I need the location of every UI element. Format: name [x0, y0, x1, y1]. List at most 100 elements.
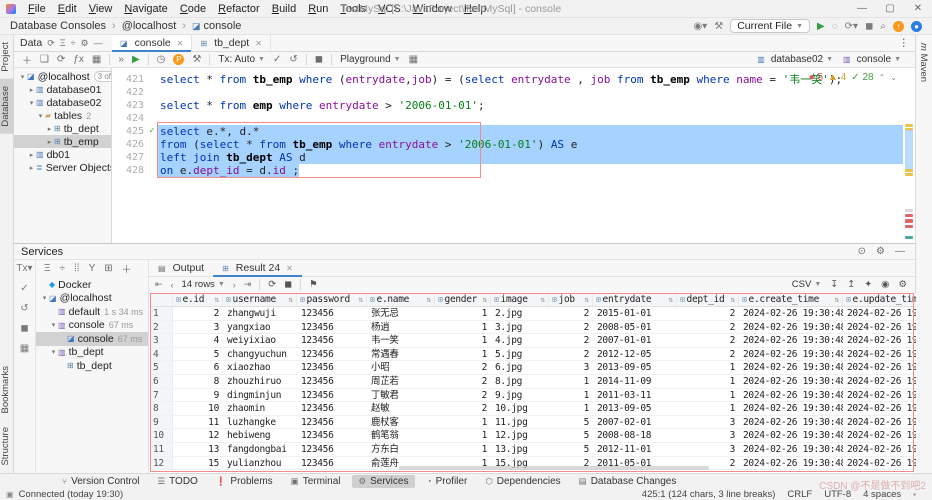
menu-view[interactable]: View — [83, 3, 119, 15]
tab-options-kebab-icon[interactable]: ⋮ — [893, 37, 916, 49]
cell-image[interactable]: 4.jpg — [491, 334, 549, 347]
cell-e-id[interactable]: 2 — [173, 307, 223, 320]
cell-entrydate[interactable]: 2007-01-01 — [593, 334, 677, 347]
cell-e-name[interactable]: 杨逍 — [367, 321, 435, 334]
breadcrumb-item[interactable]: Database Consoles — [8, 20, 108, 32]
cell-dept_id[interactable]: 3 — [677, 416, 739, 429]
cell-password[interactable]: 123456 — [297, 416, 367, 429]
cell-password[interactable]: 123456 — [297, 334, 367, 347]
cell-gender[interactable]: 2 — [435, 361, 491, 374]
toolwindow-button-database[interactable]: Database — [0, 79, 14, 134]
cell-e-update_time[interactable]: 2024-02-26 19:30:48 — [843, 321, 916, 334]
toolwindow-button-terminal[interactable]: ▣Terminal — [284, 475, 348, 488]
cell-job[interactable]: 1 — [549, 375, 593, 388]
prev-page-icon[interactable]: ‹ — [171, 280, 174, 290]
column-header-password[interactable]: ⊞password⇅ — [297, 293, 367, 306]
chevron-down-icon[interactable]: ▾ — [49, 348, 58, 356]
page-size-select[interactable]: 14 rows▼ — [182, 279, 225, 290]
run-configuration-select[interactable]: Current File▼ — [730, 19, 810, 33]
table-row[interactable]: 45changyuchun123456常遇春15.jpg22012-12-052… — [149, 348, 916, 362]
cell-e-update_time[interactable]: 2024-02-26 19:30:48 — [843, 416, 916, 429]
cell-entrydate[interactable]: 2014-11-09 — [593, 375, 677, 388]
ai-sparkle-icon[interactable]: ✦ — [864, 279, 872, 290]
cell-job[interactable]: 3 — [549, 361, 593, 374]
ide-notification-icon[interactable]: ● — [911, 21, 922, 32]
sort-icon[interactable]: ⇅ — [584, 295, 589, 304]
horizontal-scrollbar[interactable] — [399, 466, 709, 470]
tree-item--localhost[interactable]: ▾◪@localhost — [36, 292, 148, 306]
rollback-icon[interactable]: ↺ — [20, 303, 28, 314]
gear-icon[interactable]: ⚙ — [81, 38, 89, 49]
sql-editor[interactable]: 421 select * from tb_emp where (entrydat… — [112, 68, 915, 243]
cell-username[interactable]: weiyixiao — [223, 334, 297, 347]
menu-code[interactable]: Code — [174, 3, 212, 15]
table-row[interactable]: 79dingminjun123456丁敏君29.jpg12011-03-1112… — [149, 389, 916, 403]
cell-dept_id[interactable]: 2 — [677, 348, 739, 361]
cell-image[interactable]: 6.jpg — [491, 361, 549, 374]
column-header-e-name[interactable]: ⊞e.name⇅ — [367, 293, 435, 306]
cell-e-update_time[interactable]: 2024-02-26 19:30:48 — [843, 348, 916, 361]
lock-icon[interactable]: ▪ — [913, 490, 916, 499]
tree-item-tb-dept[interactable]: ⊞tb_dept — [36, 359, 148, 373]
expand-all-icon[interactable]: Ξ — [60, 38, 66, 48]
cell-e-update_time[interactable]: 2024-02-26 19:30:48 — [843, 361, 916, 374]
cell-dept_id[interactable]: 2 — [677, 307, 739, 320]
download-icon[interactable]: ↧ — [830, 279, 838, 290]
cell-image[interactable]: 8.jpg — [491, 375, 549, 388]
menu-edit[interactable]: Edit — [52, 3, 83, 15]
table-row[interactable]: 34weiyixiao123456韦一笑14.jpg22007-01-01220… — [149, 334, 916, 348]
cell-password[interactable]: 123456 — [297, 443, 367, 456]
first-page-icon[interactable]: ⇤ — [155, 279, 163, 290]
table-row[interactable]: 56xiaozhao123456小昭26.jpg32013-09-0512024… — [149, 361, 916, 375]
cell-image[interactable]: 3.jpg — [491, 321, 549, 334]
sort-icon[interactable]: ⇅ — [288, 295, 293, 304]
group-by-icon[interactable]: ⁞⁞ — [74, 263, 80, 274]
sort-icon[interactable]: ⇅ — [426, 295, 431, 304]
cell-username[interactable]: dingminjun — [223, 389, 297, 402]
cell-e-name[interactable]: 周芷若 — [367, 375, 435, 388]
cell-gender[interactable]: 1 — [435, 307, 491, 320]
cell-dept_id[interactable]: 3 — [677, 443, 739, 456]
cell-username[interactable]: zhaomin — [223, 402, 297, 415]
cell-e-name[interactable]: 小昭 — [367, 361, 435, 374]
code-line[interactable]: 425✓select e.*, d.* — [112, 125, 915, 138]
cell-image[interactable]: 5.jpg — [491, 348, 549, 361]
cell-username[interactable]: yangxiao — [223, 321, 297, 334]
cell-dept_id[interactable]: 1 — [677, 375, 739, 388]
gear-icon[interactable]: ⚙ — [876, 246, 885, 257]
tab-output[interactable]: ▤ Output — [149, 260, 213, 276]
hide-panel-icon[interactable]: — — [94, 38, 103, 48]
cell-e-create_time[interactable]: 2024-02-26 19:30:48 — [739, 457, 843, 470]
execute-button[interactable]: ▶ — [132, 54, 140, 65]
cell-e-update_time[interactable]: 2024-02-26 19:30:48 — [843, 457, 916, 470]
cell-password[interactable]: 123456 — [297, 375, 367, 388]
cell-e-id[interactable]: 4 — [173, 334, 223, 347]
cell-job[interactable]: 5 — [549, 429, 593, 442]
playground-mode-select[interactable]: Playground▼ — [340, 54, 401, 65]
chevron-right-icon[interactable]: ▸ — [27, 151, 36, 159]
encoding[interactable]: UTF-8 — [824, 489, 851, 500]
tab-console[interactable]: ◪ console ✕ — [112, 35, 192, 51]
toolwindow-button-project[interactable]: Project — [0, 35, 14, 79]
cell-e-name[interactable]: 常遇春 — [367, 348, 435, 361]
table-row[interactable]: 810zhaomin123456赵敏210.jpg12013-09-051202… — [149, 402, 916, 416]
cell-gender[interactable]: 1 — [435, 416, 491, 429]
cell-username[interactable]: zhouzhiruo — [223, 375, 297, 388]
sort-icon[interactable]: ⇅ — [214, 295, 219, 304]
column-header-job[interactable]: ⊞job⇅ — [549, 293, 593, 306]
execute-settings-icon[interactable]: ƒx — [73, 54, 84, 65]
reload-icon[interactable]: ⟳ — [268, 279, 276, 290]
cell-image[interactable]: 9.jpg — [491, 389, 549, 402]
sort-icon[interactable]: ⇅ — [668, 295, 673, 304]
cell-e-name[interactable]: 张无忌 — [367, 307, 435, 320]
stop-icon[interactable]: ◼ — [865, 21, 873, 32]
code-line[interactable]: 424 — [112, 112, 915, 125]
cell-e-id[interactable]: 12 — [173, 429, 223, 442]
cell-username[interactable]: changyuchun — [223, 348, 297, 361]
cell-e-create_time[interactable]: 2024-02-26 19:30:48 — [739, 402, 843, 415]
cell-dept_id[interactable]: 1 — [677, 361, 739, 374]
next-error-icon[interactable]: ⌄ — [890, 73, 897, 82]
sync-icon[interactable]: ⟳ — [57, 54, 65, 65]
cell-e-update_time[interactable]: 2024-02-26 19:30:48 — [843, 429, 916, 442]
delete-rows-icon[interactable]: ▦ — [92, 54, 101, 65]
